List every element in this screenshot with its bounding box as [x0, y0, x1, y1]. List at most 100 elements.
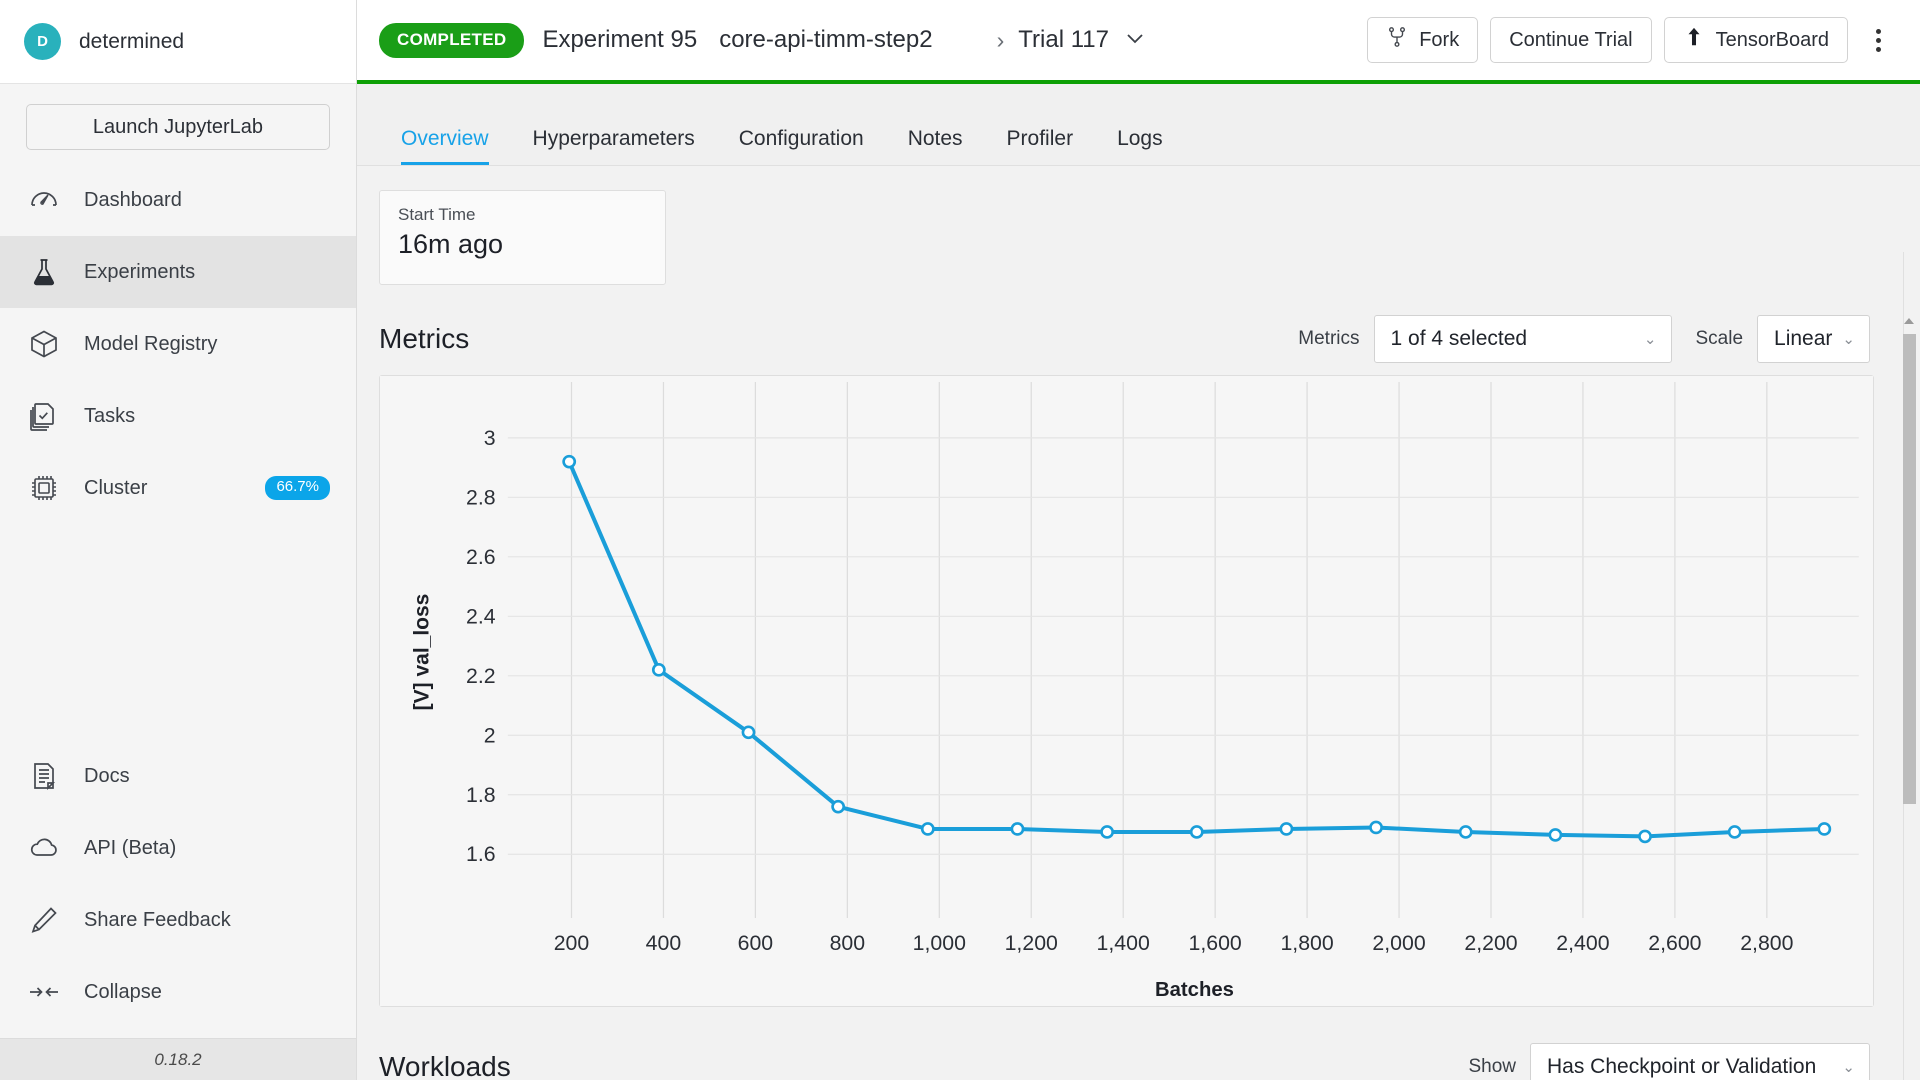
workloads-toolbar: Workloads Show Has Checkpoint or Validat…	[379, 1043, 1874, 1080]
sidebar-item-experiments[interactable]: Experiments	[0, 236, 356, 308]
sidebar-item-label: Collapse	[84, 980, 162, 1003]
pencil-icon	[26, 902, 62, 938]
brand-name: determined	[79, 29, 185, 53]
page-header: COMPLETED Experiment 95 core-api-timm-st…	[357, 0, 1920, 84]
secondary-nav: Docs API (Beta) Share Feedback Collapse	[0, 740, 356, 1038]
metrics-chart-card[interactable]: 1.6 1.8 2 2.2 2.4 2.6 2.8 3 200 400 600 800 1,000 1,2…	[379, 375, 1874, 1007]
sidebar-item-tasks[interactable]: Tasks	[0, 380, 356, 452]
metrics-toolbar: Metrics Metrics 1 of 4 selected ⌄ Scale …	[379, 315, 1874, 363]
sidebar-item-label: API (Beta)	[84, 836, 177, 859]
metrics-section-title: Metrics	[379, 323, 470, 354]
flask-icon	[26, 254, 62, 290]
metrics-select[interactable]: 1 of 4 selected ⌄	[1373, 315, 1672, 363]
dashboard-icon	[26, 182, 62, 218]
tab-notes[interactable]: Notes	[886, 127, 985, 165]
doc-icon	[26, 758, 62, 794]
chevron-down-icon: ⌄	[1842, 1059, 1855, 1076]
collapse-icon	[26, 974, 62, 1010]
workloads-section-title: Workloads	[379, 1051, 511, 1080]
svg-text:1.8: 1.8	[466, 784, 496, 807]
svg-text:1,200: 1,200	[1005, 932, 1058, 955]
tensorboard-button[interactable]: TensorBoard	[1663, 17, 1848, 63]
sidebar-item-label: Cluster	[84, 476, 148, 499]
start-time-card: Start Time 16m ago	[379, 190, 666, 285]
svg-text:1,800: 1,800	[1280, 932, 1333, 955]
svg-text:2,400: 2,400	[1556, 932, 1609, 955]
continue-trial-button[interactable]: Continue Trial	[1490, 17, 1652, 63]
start-time-value: 16m ago	[398, 229, 504, 259]
fork-button[interactable]: Fork	[1367, 17, 1479, 63]
sidebar-item-label: Dashboard	[84, 188, 182, 211]
sidebar-item-collapse[interactable]: Collapse	[0, 956, 356, 1028]
cloud-icon	[26, 830, 62, 866]
overview-content: Start Time 16m ago Metrics Metrics 1 of …	[357, 166, 1920, 1080]
tab-logs[interactable]: Logs	[1095, 127, 1185, 165]
continue-trial-button-label: Continue Trial	[1509, 28, 1633, 51]
show-select-value: Has Checkpoint or Validation	[1547, 1055, 1817, 1078]
avatar: D	[24, 23, 61, 60]
sidebar-item-label: Docs	[84, 764, 130, 787]
svg-text:600: 600	[738, 932, 774, 955]
trial-label[interactable]: Trial 117	[1018, 26, 1109, 54]
sidebar-item-label: Tasks	[84, 404, 136, 427]
tab-profiler[interactable]: Profiler	[985, 127, 1096, 165]
svg-text:2,600: 2,600	[1648, 932, 1701, 955]
sidebar-item-docs[interactable]: Docs	[0, 740, 356, 812]
svg-text:2.8: 2.8	[466, 486, 496, 509]
show-select[interactable]: Has Checkpoint or Validation ⌄	[1530, 1043, 1870, 1080]
metrics-select-label: Metrics	[1298, 328, 1360, 349]
val-loss-line-chart[interactable]: 1.6 1.8 2 2.2 2.4 2.6 2.8 3 200 400 600 800 1,000 1,2…	[380, 376, 1873, 1006]
primary-nav: Dashboard Experiments Model Registry Tas…	[0, 164, 356, 524]
scale-select-value: Linear	[1774, 327, 1833, 350]
scroll-up-arrow-icon[interactable]	[1904, 318, 1914, 324]
cpu-icon	[26, 470, 62, 506]
launch-jupyterlab-button[interactable]: Launch JupyterLab	[26, 104, 330, 150]
tab-overview[interactable]: Overview	[379, 127, 511, 165]
overflow-menu-icon[interactable]	[1858, 17, 1898, 63]
svg-text:2,000: 2,000	[1372, 932, 1425, 955]
scale-select[interactable]: Linear ⌄	[1757, 315, 1870, 363]
svg-text:1,600: 1,600	[1189, 932, 1242, 955]
svg-text:2.6: 2.6	[466, 546, 496, 569]
sidebar-item-dashboard[interactable]: Dashboard	[0, 164, 356, 236]
version-label: 0.18.2	[0, 1038, 356, 1080]
svg-text:2.4: 2.4	[466, 605, 496, 628]
sidebar-item-share-feedback[interactable]: Share Feedback	[0, 884, 356, 956]
svg-text:1,400: 1,400	[1097, 932, 1150, 955]
sidebar-item-api[interactable]: API (Beta)	[0, 812, 356, 884]
tab-configuration[interactable]: Configuration	[717, 127, 886, 165]
sidebar-item-cluster[interactable]: Cluster 66.7%	[0, 452, 356, 524]
status-badge: COMPLETED	[379, 22, 525, 58]
svg-text:800: 800	[830, 932, 866, 955]
fork-icon	[1386, 26, 1408, 54]
fork-button-label: Fork	[1419, 28, 1460, 51]
svg-text:1,000: 1,000	[913, 932, 966, 955]
start-time-label: Start Time	[398, 205, 476, 224]
sidebar-item-label: Model Registry	[84, 332, 218, 355]
svg-text:3: 3	[484, 427, 496, 450]
tasks-icon	[26, 398, 62, 434]
main-area: COMPLETED Experiment 95 core-api-timm-st…	[357, 0, 1920, 1080]
svg-text:400: 400	[646, 932, 682, 955]
chevron-down-icon: ⌄	[1842, 331, 1855, 348]
tensorboard-icon	[1683, 26, 1705, 54]
svg-text:[V] val_loss: [V] val_loss	[411, 594, 434, 711]
svg-text:2,200: 2,200	[1464, 932, 1517, 955]
cluster-utilization-badge: 66.7%	[265, 476, 330, 500]
tab-hyperparameters[interactable]: Hyperparameters	[511, 127, 717, 165]
svg-text:200: 200	[554, 932, 590, 955]
scrollbar-thumb[interactable]	[1903, 334, 1916, 804]
svg-text:2.2: 2.2	[466, 665, 496, 688]
chevron-down-icon[interactable]	[1123, 26, 1147, 55]
experiment-name-label[interactable]: core-api-timm-step2	[719, 26, 932, 54]
tab-bar: Overview Hyperparameters Configuration N…	[357, 84, 1920, 166]
brand-header[interactable]: D determined	[0, 0, 356, 84]
overview-panel: Start Time 16m ago Metrics Metrics 1 of …	[357, 166, 1920, 1080]
svg-text:2: 2	[484, 724, 496, 747]
experiment-id-label[interactable]: Experiment 95	[542, 26, 697, 54]
svg-text:Batches: Batches	[1155, 979, 1234, 1001]
vertical-scrollbar[interactable]	[1903, 252, 1916, 1080]
sidebar-item-model-registry[interactable]: Model Registry	[0, 308, 356, 380]
jupyter-wrap: Launch JupyterLab	[0, 84, 356, 164]
